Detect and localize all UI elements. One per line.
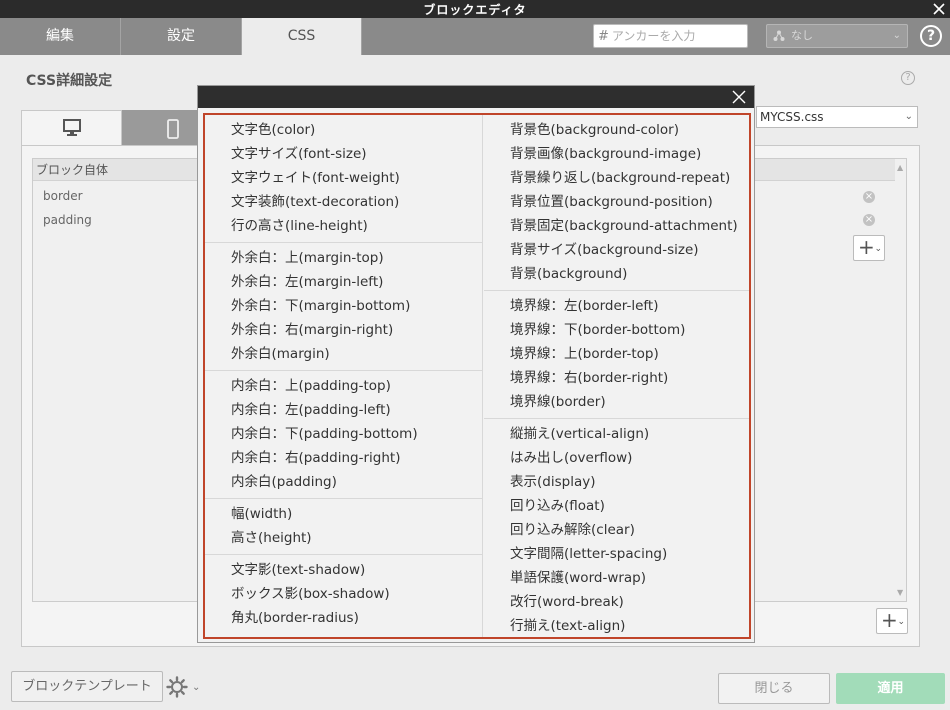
network-icon <box>773 30 785 41</box>
scroll-up-icon[interactable]: ▲ <box>897 163 903 172</box>
property-group: 文字色(color) 文字サイズ(font-size) 文字ウェイト(font-we… <box>205 115 482 243</box>
property-option[interactable]: 外余白：下(margin-bottom) <box>205 294 482 318</box>
property-option[interactable]: 境界線：上(border-top) <box>484 342 749 366</box>
property-option[interactable]: 背景繰り返し(background-repeat) <box>484 166 749 190</box>
property-option[interactable]: 高さ(height) <box>205 526 482 550</box>
tab-edit[interactable]: 編集 <box>0 18 121 55</box>
property-group: 内余白：上(padding-top) 内余白：左(padding-left) 内余白… <box>205 371 482 499</box>
property-option[interactable]: 回り込み解除(clear) <box>484 518 749 542</box>
remove-border-icon[interactable]: × <box>863 191 875 203</box>
property-option[interactable]: 文字ウェイト(font-weight) <box>205 166 482 190</box>
tab-bar: 編集 設定 CSS # なし ⌄ ? <box>0 18 950 55</box>
tab-settings[interactable]: 設定 <box>121 18 242 55</box>
tab-desktop[interactable] <box>21 110 122 146</box>
window-titlebar: ブロックエディタ <box>0 0 950 18</box>
help-icon[interactable]: ? <box>920 25 942 47</box>
property-option[interactable]: 背景サイズ(background-size) <box>484 238 749 262</box>
modal-body: 文字色(color) 文字サイズ(font-size) 文字ウェイト(font-we… <box>203 113 751 639</box>
property-group: 文字影(text-shadow) ボックス影(box-shadow) 角丸(bord… <box>205 555 482 634</box>
property-option[interactable]: 境界線(border) <box>484 390 749 414</box>
property-option[interactable]: 内余白：右(padding-right) <box>205 446 482 470</box>
anchor-input[interactable] <box>611 29 742 43</box>
property-option[interactable]: 文字色(color) <box>205 118 482 142</box>
property-option[interactable]: 表示(display) <box>484 470 749 494</box>
property-option[interactable]: 内余白：下(padding-bottom) <box>205 422 482 446</box>
property-option[interactable]: はみ出し(overflow) <box>484 446 749 470</box>
close-button[interactable]: 閉じる <box>718 673 830 704</box>
property-option[interactable]: 幅(width) <box>205 502 482 526</box>
property-option[interactable]: 単語保護(word-wrap) <box>484 566 749 590</box>
property-option[interactable]: 背景固定(background-attachment) <box>484 214 749 238</box>
property-border[interactable]: border <box>43 189 83 203</box>
property-option[interactable]: 境界線：左(border-left) <box>484 294 749 318</box>
property-option[interactable]: 背景(background) <box>484 262 749 286</box>
css-file-value: MYCSS.css <box>760 110 824 124</box>
tab-css[interactable]: CSS <box>242 18 362 55</box>
block-template-button[interactable]: ブロックテンプレート <box>11 671 163 702</box>
property-group: 境界線：左(border-left) 境界線：下(border-bottom) 境界… <box>484 291 749 419</box>
property-option[interactable]: 外余白：上(margin-top) <box>205 246 482 270</box>
property-option[interactable]: 行の高さ(line-height) <box>205 214 482 238</box>
anchor-select[interactable]: なし ⌄ <box>766 24 908 48</box>
property-option[interactable]: 文字影(text-shadow) <box>205 558 482 582</box>
property-group: 幅(width) 高さ(height) <box>205 499 482 555</box>
right-column: 背景色(background-color) 背景画像(background-ima… <box>484 115 749 637</box>
property-group: 外余白：上(margin-top) 外余白：左(margin-left) 外余白：下… <box>205 243 482 371</box>
property-option[interactable]: 境界線：下(border-bottom) <box>484 318 749 342</box>
property-option[interactable]: 文字装飾(text-decoration) <box>205 190 482 214</box>
gear-icon[interactable] <box>166 676 188 698</box>
window-title: ブロックエディタ <box>423 3 527 17</box>
property-group: 背景色(background-color) 背景画像(background-ima… <box>484 115 749 291</box>
add-block-button[interactable]: + ⌄ <box>876 608 908 634</box>
property-option[interactable]: 外余白：左(margin-left) <box>205 270 482 294</box>
property-option[interactable]: 文字サイズ(font-size) <box>205 142 482 166</box>
desktop-icon <box>63 119 81 136</box>
css-file-select[interactable]: MYCSS.css ⌄ <box>756 106 918 128</box>
property-picker-modal: 文字色(color) 文字サイズ(font-size) 文字ウェイト(font-we… <box>197 85 755 643</box>
window-close-icon[interactable] <box>932 2 946 16</box>
property-option[interactable]: 回り込み(float) <box>484 494 749 518</box>
property-option[interactable]: 行揃え(text-align) <box>484 614 749 638</box>
property-option[interactable]: 境界線：右(border-right) <box>484 366 749 390</box>
property-option[interactable]: 角丸(border-radius) <box>205 606 482 630</box>
anchor-field[interactable]: # <box>593 24 748 48</box>
anchor-select-value: なし <box>791 29 813 42</box>
apply-button[interactable]: 適用 <box>836 673 945 704</box>
property-group: 縦揃え(vertical-align) はみ出し(overflow) 表示(disp… <box>484 419 749 642</box>
property-option[interactable]: 外余白：右(margin-right) <box>205 318 482 342</box>
property-option[interactable]: 縦揃え(vertical-align) <box>484 422 749 446</box>
property-option[interactable]: 文字間隔(letter-spacing) <box>484 542 749 566</box>
close-icon[interactable] <box>732 90 746 104</box>
add-property-button[interactable]: + ⌄ <box>853 235 885 261</box>
property-option[interactable]: 内余白(padding) <box>205 470 482 494</box>
property-padding[interactable]: padding <box>43 213 92 227</box>
property-option[interactable]: 背景画像(background-image) <box>484 142 749 166</box>
chevron-down-icon: ⌄ <box>892 30 901 41</box>
property-option[interactable]: ボックス影(box-shadow) <box>205 582 482 606</box>
scroll-down-icon[interactable]: ▼ <box>897 588 903 597</box>
property-option[interactable]: 背景色(background-color) <box>484 118 749 142</box>
chevron-down-icon: ⌄ <box>904 111 913 122</box>
modal-header <box>198 86 754 108</box>
smartphone-icon <box>167 119 179 139</box>
help-small-icon[interactable]: ? <box>901 71 915 85</box>
chevron-down-icon[interactable]: ⌄ <box>192 682 200 693</box>
property-option[interactable]: 改行(word-break) <box>484 590 749 614</box>
hash-icon: # <box>598 28 609 44</box>
property-option[interactable]: 背景位置(background-position) <box>484 190 749 214</box>
property-option[interactable]: 外余白(margin) <box>205 342 482 366</box>
remove-padding-icon[interactable]: × <box>863 214 875 226</box>
scrollbar[interactable]: ▲ ▼ <box>895 159 907 601</box>
section-title: CSS詳細設定 <box>26 73 113 89</box>
property-option[interactable]: 内余白：上(padding-top) <box>205 374 482 398</box>
property-option[interactable]: 内余白：左(padding-left) <box>205 398 482 422</box>
left-column: 文字色(color) 文字サイズ(font-size) 文字ウェイト(font-we… <box>205 115 483 637</box>
